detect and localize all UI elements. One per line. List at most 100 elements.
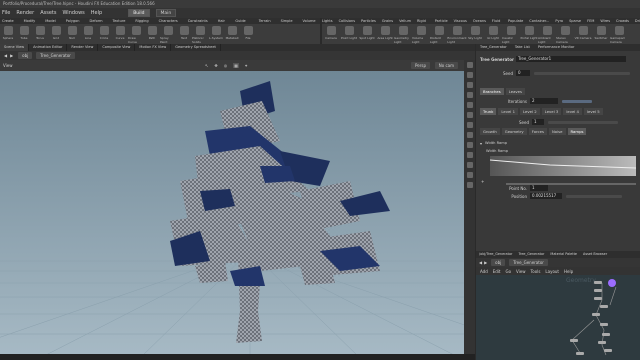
left-tab-3[interactable]: Composite View [98, 44, 136, 51]
menu-windows[interactable]: Windows [62, 10, 84, 16]
right-tab-1[interactable]: Take List [511, 44, 534, 51]
net-menu-help[interactable]: Help [564, 269, 573, 274]
shelf-tool-tube[interactable]: Tube [16, 24, 32, 44]
tab-geometry[interactable]: Geometry [501, 128, 527, 135]
network-node[interactable] [594, 297, 602, 300]
network-node[interactable] [604, 349, 612, 352]
net-tab-3[interactable]: Asset Browser [580, 251, 610, 258]
snapshot-icon[interactable] [466, 162, 473, 168]
shelf-tool-path[interactable]: Path [144, 24, 160, 44]
shelf-tool-caustic-light[interactable]: Caustic Light [502, 24, 520, 44]
menu-render[interactable]: Render [16, 10, 34, 16]
iterations-field[interactable]: 2 [530, 98, 558, 104]
menu-help[interactable]: Help [91, 10, 102, 16]
tab-forces[interactable]: Forces [528, 128, 547, 135]
shelf-tool-volume-light[interactable]: Volume Light [412, 24, 430, 44]
desktop-build-dropdown[interactable]: Build [128, 9, 150, 17]
net-menu-add[interactable]: Add [480, 269, 488, 274]
shelf-tool-metaball[interactable]: Metaball [224, 24, 240, 44]
seed-slider[interactable] [534, 71, 630, 75]
left-tab-4[interactable]: Motion FX View [135, 44, 172, 51]
left-tab-0[interactable]: Scene View [0, 44, 30, 51]
points-icon[interactable] [466, 132, 473, 138]
net-tab-1[interactable]: Tree_Generator [515, 251, 547, 258]
shelf-tool-platonic-solids[interactable]: Platonic Solids [192, 24, 208, 44]
position-field[interactable]: 0.00215517 [530, 193, 562, 199]
net-tab-2[interactable]: Material Palette [547, 251, 580, 258]
camera-icon[interactable]: ◎ [224, 63, 228, 68]
guides-icon[interactable] [466, 142, 473, 148]
render-region-icon[interactable] [466, 182, 473, 188]
path-node[interactable]: Tree_Generator [36, 52, 75, 59]
tab-leaves[interactable]: Leaves [505, 88, 525, 95]
lighting-icon[interactable] [466, 72, 473, 78]
network-editor[interactable]: Geometry [476, 275, 640, 360]
persp-dropdown[interactable]: Persp [411, 62, 430, 69]
network-node[interactable] [594, 281, 602, 284]
tab-level-5[interactable]: level 5 [583, 108, 603, 115]
back-arrow-icon[interactable]: ◀ [4, 53, 7, 58]
left-tab-1[interactable]: Animation Editor [29, 44, 68, 51]
iterations-slider[interactable] [562, 99, 592, 103]
shelf-tool-gi-light[interactable]: GI Light [484, 24, 502, 44]
network-node[interactable] [576, 352, 584, 355]
shelf-tool-portal-light[interactable]: Portal Light [520, 24, 538, 44]
network-node[interactable] [600, 323, 608, 326]
template-icon[interactable] [466, 152, 473, 158]
shelf-tool-l-system[interactable]: L-System [208, 24, 224, 44]
network-node[interactable] [598, 341, 606, 344]
seed2-slider[interactable] [548, 120, 618, 124]
shelf-tool-spot-light[interactable]: Spot Light [358, 24, 376, 44]
snap-icon[interactable]: ⌖ [245, 63, 247, 68]
shelf-tool-point-light[interactable]: Point Light [340, 24, 358, 44]
shelf-tool-spray-paint[interactable]: Spray Paint [160, 24, 176, 44]
shelf-tool-curve[interactable]: Curve [112, 24, 128, 44]
net-tab-0[interactable]: /obj/Tree_Generator [476, 251, 515, 258]
left-tab-2[interactable]: Render View [67, 44, 99, 51]
tab-ramps[interactable]: Ramps [567, 128, 587, 135]
tab-level-4[interactable]: level 4 [563, 108, 582, 115]
shelf-tool-geometry-light[interactable]: Geometry Light [394, 24, 412, 44]
tab-noise[interactable]: Noise [548, 128, 566, 135]
shelf-tool-circle[interactable]: Circle [96, 24, 112, 44]
shelf-tool-null[interactable]: Null [64, 24, 80, 44]
tab-level-3[interactable]: Level 3 [541, 108, 562, 115]
network-node[interactable] [600, 305, 608, 308]
seed2-field[interactable]: 1 [532, 119, 544, 125]
width-ramp-editor[interactable] [489, 156, 637, 176]
display-options-icon[interactable] [466, 62, 473, 68]
shelf-tool-file[interactable]: File [240, 24, 256, 44]
net-forward-icon[interactable]: ▶ [484, 260, 487, 265]
camera-dropdown[interactable]: No cam [434, 62, 458, 69]
network-node[interactable] [570, 339, 578, 342]
shelf-tool-torus[interactable]: Torus [32, 24, 48, 44]
forward-arrow-icon[interactable]: ▶ [10, 53, 13, 58]
shelf-tool-draw-curve[interactable]: Draw Curve [128, 24, 144, 44]
position-slider[interactable] [566, 194, 622, 198]
tab-level-1[interactable]: Level 1 [498, 108, 518, 115]
net-menu-tools[interactable]: Tools [531, 269, 541, 274]
shelf-tool-stereo-camera[interactable]: Stereo Camera [556, 24, 574, 44]
shelf-tool-area-light[interactable]: Area Light [376, 24, 394, 44]
network-node[interactable] [594, 289, 602, 292]
tab-branches[interactable]: Branches [480, 88, 504, 95]
node-name-field[interactable]: Tree_Generator1 [516, 56, 626, 62]
shelf-tool-grid[interactable]: Grid [48, 24, 64, 44]
shelf-tool-vr-camera[interactable]: VR Camera [574, 24, 592, 44]
tab-level-2[interactable]: Level 2 [520, 108, 540, 115]
shelf-tool-distant-light[interactable]: Distant Light [430, 24, 448, 44]
net-menu-view[interactable]: View [516, 269, 526, 274]
select-icon[interactable]: ↖ [205, 63, 208, 68]
shelf-set-main-dropdown[interactable]: Main [155, 9, 177, 17]
shelf-tool-ambient-light[interactable]: Ambient Light [538, 24, 556, 44]
tab-growth[interactable]: Growth [480, 128, 500, 135]
tab-trunk[interactable]: Trunk [480, 108, 497, 115]
right-tab-2[interactable]: Performance Monitor [534, 44, 579, 51]
shelf-tool-sky-light[interactable]: Sky Light [466, 24, 484, 44]
net-path-node[interactable]: Tree_Generator [509, 259, 548, 266]
net-path-root[interactable]: obj [491, 259, 506, 266]
folder-arrow-icon[interactable]: ▾ [480, 141, 482, 146]
network-node[interactable] [592, 313, 600, 316]
net-menu-go[interactable]: Go [506, 269, 512, 274]
flipbook-icon[interactable] [466, 172, 473, 178]
